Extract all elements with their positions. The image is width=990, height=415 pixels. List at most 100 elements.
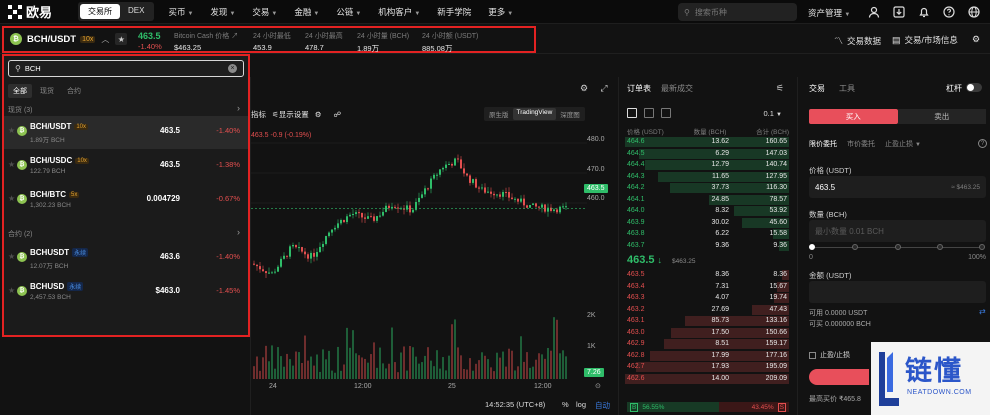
favorite-star-icon[interactable]: ★	[115, 33, 128, 45]
leverage-toggle[interactable]	[966, 83, 982, 92]
transfer-icon[interactable]: ⇄	[979, 307, 986, 316]
nav-discover[interactable]: 发现 ▼	[210, 6, 235, 18]
global-search-input[interactable]: ⚲ 搜索币种	[678, 3, 797, 21]
orderbook-row[interactable]: 464.5 6.29 147.03	[625, 148, 789, 159]
percent-scale-toggle[interactable]: %	[562, 400, 569, 409]
nav-chain[interactable]: 公链 ▼	[336, 6, 361, 18]
settings-gear-icon[interactable]: ⚙	[972, 34, 984, 45]
result-pair-name: BCH/USDT	[30, 122, 72, 131]
tab-orderbook[interactable]: 订单表	[627, 83, 651, 94]
nav-institutional[interactable]: 机构客户 ▼	[378, 6, 420, 18]
orderbook-row[interactable]: 463.8 6.22 15.58	[625, 229, 789, 239]
orderbook-row[interactable]: 463.3 4.07 19.74	[625, 293, 789, 303]
view-bids-icon[interactable]	[644, 108, 654, 118]
trading-data-link[interactable]: 〽交易数据	[834, 34, 881, 47]
globe-icon[interactable]	[966, 4, 982, 20]
user-icon[interactable]	[866, 4, 882, 20]
asset-management-menu[interactable]: 资产管理 ▼	[808, 7, 850, 19]
market-info-link[interactable]: ▤ 交易/市场信息	[892, 34, 958, 46]
slider-mark[interactable]	[895, 244, 901, 250]
orderbook-row[interactable]: 464.1 24.85 78.57	[625, 194, 789, 205]
orderbook-row[interactable]: 462.7 17.93 195.09	[625, 362, 789, 372]
orderbook-row[interactable]: 463.4 7.31 15.67	[625, 281, 789, 292]
quantity-input[interactable]: 最小数量 0.01 BCH	[809, 220, 986, 242]
orderbook-row[interactable]: 464.3 11.65 127.95	[625, 171, 789, 182]
orderbook-row[interactable]: 462.8 17.99 177.16	[625, 350, 789, 361]
slider-handle[interactable]	[809, 244, 815, 250]
tab-limit[interactable]: 限价委托	[809, 139, 837, 149]
price-step-select[interactable]: 0.1 ▼	[764, 109, 782, 118]
search-result-row[interactable]: ★ ₿ BCHUSDT 永续 12.07万 BCH 463.6 -1.40%	[4, 242, 248, 275]
tab-tp-sl[interactable]: 止盈止损 ▼	[885, 139, 921, 149]
orderbook-row[interactable]: 463.1 85.73 133.16	[625, 316, 789, 326]
tab-spot[interactable]: 现货	[35, 84, 59, 98]
amount-input[interactable]	[809, 281, 986, 303]
orderbook-row[interactable]: 463.2 27.69 47.43	[625, 304, 789, 315]
star-icon[interactable]: ★	[8, 252, 15, 261]
chevron-right-icon[interactable]: ›	[237, 103, 240, 113]
tab-futures[interactable]: 合约	[62, 84, 86, 98]
search-result-row[interactable]: ★ ₿ BCH/USDT 10x 1.89万 BCH 463.5 -1.40%	[4, 116, 248, 149]
search-result-row[interactable]: ★ ₿ BCH/USDC 10x 122.79 BCH 463.5 -1.38%	[4, 150, 248, 183]
star-icon[interactable]: ★	[8, 194, 15, 203]
orderbook-row[interactable]: 463.9 30.02 45.60	[625, 217, 789, 228]
external-link-icon[interactable]: ↗	[231, 33, 238, 40]
candlestick-chart[interactable]	[251, 117, 587, 387]
sell-tab[interactable]: 卖出	[897, 109, 986, 124]
auto-scale-toggle[interactable]: 自动	[595, 400, 610, 411]
search-result-row[interactable]: ★ ₿ BCHUSD 永续 2,457.53 BCH $463.0 -1.45%	[4, 276, 248, 309]
orderbook-row[interactable]: 464.0 8.32 53.92	[625, 206, 789, 216]
candle-body	[442, 167, 444, 170]
orderbook-row[interactable]: 464.2 37.73 116.30	[625, 183, 789, 193]
tab-all[interactable]: 全部	[8, 84, 32, 98]
help-icon[interactable]: ?	[978, 139, 987, 148]
chevron-right-icon[interactable]: ›	[237, 227, 240, 237]
clear-icon[interactable]: ×	[228, 64, 237, 73]
tab-market[interactable]: 市价委托	[847, 139, 875, 149]
orderbook-row[interactable]: 463.5 8.36 8.36	[625, 270, 789, 280]
orderbook-view-toggles	[627, 108, 678, 118]
nav-finance[interactable]: 金融 ▼	[294, 6, 319, 18]
filter-icon[interactable]: ⚟	[776, 83, 784, 94]
slider-mark[interactable]	[937, 244, 943, 250]
pair-search-input[interactable]: ⚲ BCH ×	[8, 60, 244, 77]
okx-logo[interactable]: 欧易	[8, 2, 68, 21]
view-both-icon[interactable]	[627, 108, 637, 118]
orderbook-row[interactable]: 463.7 9.36 9.36	[625, 240, 789, 251]
star-icon[interactable]: ★	[8, 126, 15, 135]
orderbook-row[interactable]: 462.9 8.51 159.17	[625, 339, 789, 349]
nav-academy[interactable]: 新手学院	[437, 6, 471, 18]
volume-bar	[412, 347, 414, 379]
orderbook-row[interactable]: 464.6 13.62 160.65	[625, 137, 789, 147]
chart-settings-icon[interactable]: ⚙	[578, 83, 590, 94]
expand-icon[interactable]: ⤢	[598, 83, 610, 94]
slider-mark[interactable]	[852, 244, 858, 250]
star-icon[interactable]: ★	[8, 160, 15, 169]
tab-trade[interactable]: 交易	[809, 83, 825, 94]
tab-recent-trades[interactable]: 最新成交	[661, 83, 693, 94]
view-asks-icon[interactable]	[661, 108, 671, 118]
bell-icon[interactable]	[916, 4, 932, 20]
volume-bar	[538, 353, 540, 379]
orderbook-row[interactable]: 464.4 12.79 140.74	[625, 160, 789, 170]
nav-trade[interactable]: 交易 ▼	[252, 6, 277, 18]
help-circle-icon[interactable]	[941, 4, 957, 20]
nav-buy-crypto[interactable]: 买币 ▼	[168, 6, 193, 18]
star-icon[interactable]: ★	[8, 286, 15, 295]
mode-exchange[interactable]: 交易所	[80, 4, 120, 19]
download-icon[interactable]	[891, 4, 907, 20]
mode-dex[interactable]: DEX	[120, 4, 152, 19]
log-scale-toggle[interactable]: log	[576, 400, 586, 409]
slider-mark[interactable]	[979, 244, 985, 250]
nav-more[interactable]: 更多 ▼	[488, 6, 513, 18]
tp-sl-checkbox[interactable]: 止盈/止损	[809, 350, 850, 360]
buy-submit-button[interactable]	[809, 369, 869, 385]
search-result-row[interactable]: ★ ₿ BCH/BTC 5x 1,302.23 BCH 0.004729 -0.6…	[4, 184, 248, 217]
amount-slider[interactable]	[809, 243, 986, 253]
buy-tab[interactable]: 买入	[809, 109, 898, 124]
price-input[interactable]: 463.5 ≈ $463.25	[809, 176, 986, 198]
orderbook-row[interactable]: 463.0 17.50 150.66	[625, 327, 789, 338]
pair-selector[interactable]: ₿ BCH/USDT 10x ︿ ★	[10, 33, 128, 45]
orderbook-row[interactable]: 462.6 14.00 209.09	[625, 373, 789, 384]
tab-tools[interactable]: 工具	[839, 83, 855, 94]
